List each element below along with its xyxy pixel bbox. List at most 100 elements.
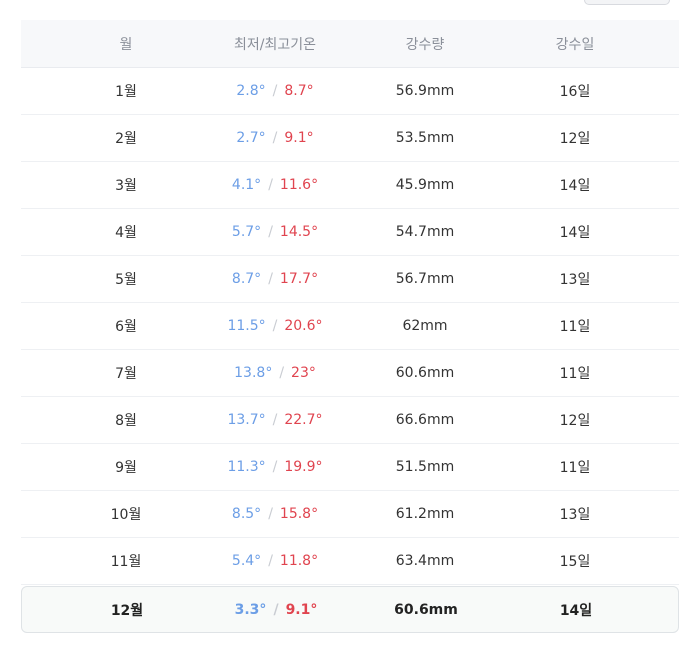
high-temperature: 19.9° [284,459,323,475]
temperature-cell: 11.5° / 20.6° [227,303,322,349]
temperature-cell: 13.7° / 22.7° [227,397,322,443]
month-cell: 2월 [115,131,137,147]
month-cell: 8월 [115,413,137,429]
temperature-separator: / [268,177,273,193]
temperature-cell: 4.1° / 11.6° [232,162,318,208]
precipitation-cell: 61.2mm [395,506,455,522]
rain-days-cell: 15일 [559,554,591,570]
month-cell: 6월 [115,319,137,335]
high-temperature: 11.6° [279,177,319,193]
header-precipitation: 강수량 [405,36,445,53]
month-cell: 12월 [110,602,144,619]
rain-days-cell: 12일 [559,131,591,147]
high-temperature: 22.7° [284,412,323,428]
low-temperature: 11.3° [227,459,266,475]
table-row: 1월 2.8° / 8.7° 56.9mm 16일 [21,68,679,115]
table-row: 8월 13.7° / 22.7° 66.6mm 12일 [21,397,679,444]
low-temperature: 8.5° [231,506,262,522]
table-row-current-month: 12월 3.3° / 9.1° 60.6mm 14일 [21,586,679,633]
low-temperature: 2.7° [236,130,266,146]
rain-days-cell: 14일 [559,178,591,194]
high-temperature: 9.1° [284,130,314,146]
temperature-separator: / [279,365,285,381]
precipitation-cell: 63.4mm [395,553,455,569]
high-temperature: 9.1° [285,601,318,618]
temperature-cell: 11.3° / 19.9° [227,444,322,490]
low-temperature: 5.4° [231,553,262,569]
temperature-separator: / [273,601,279,618]
temperature-separator: / [272,318,278,334]
month-cell: 3월 [115,178,137,194]
temperature-separator: / [272,83,278,99]
rain-days-cell: 11일 [559,366,591,382]
temperature-separator: / [268,506,273,522]
table-row: 2월 2.7° / 9.1° 53.5mm 12일 [21,115,679,162]
low-temperature: 13.7° [227,412,266,428]
month-cell: 10월 [110,507,142,523]
temperature-separator: / [272,130,278,146]
low-temperature: 13.8° [234,365,273,381]
low-temperature: 4.1° [231,177,262,193]
temperature-cell: 5.7° / 14.5° [232,209,318,255]
top-control-fragment[interactable] [584,0,670,5]
precipitation-cell: 53.5mm [395,130,455,146]
temperature-cell: 2.8° / 8.7° [236,68,313,114]
table-row: 5월 8.7° / 17.7° 56.7mm 13일 [21,256,679,303]
rain-days-cell: 16일 [559,84,591,100]
table-body: 1월 2.8° / 8.7° 56.9mm 16일 2월 2.7° / 9.1° 53.5mm 12일… [21,68,679,633]
table-row: 11월 5.4° / 11.8° 63.4mm 15일 [21,538,679,585]
rain-days-cell: 12일 [559,413,591,429]
low-temperature: 8.7° [231,271,262,287]
temperature-cell: 2.7° / 9.1° [236,115,313,161]
precipitation-cell: 60.6mm [395,365,455,381]
high-temperature: 20.6° [284,318,323,334]
table-row: 9월 11.3° / 19.9° 51.5mm 11일 [21,444,679,491]
precipitation-cell: 56.9mm [395,83,455,99]
rain-days-cell: 13일 [559,272,591,288]
rain-days-cell: 13일 [559,507,591,523]
table-header-row: 월 최저/최고기온 강수량 강수일 [21,20,679,68]
low-temperature: 3.3° [234,601,267,618]
high-temperature: 8.7° [284,83,314,99]
high-temperature: 15.8° [279,506,319,522]
table-row: 10월 8.5° / 15.8° 61.2mm 13일 [21,491,679,538]
precipitation-cell: 51.5mm [395,459,455,475]
precipitation-cell: 60.6mm [394,601,458,618]
table-row: 3월 4.1° / 11.6° 45.9mm 14일 [21,162,679,209]
temperature-cell: 13.8° / 23° [234,350,316,396]
temperature-cell: 5.4° / 11.8° [232,538,318,584]
high-temperature: 23° [291,365,316,381]
high-temperature: 14.5° [279,224,319,240]
temperature-cell: 8.7° / 17.7° [232,256,318,302]
table-row: 6월 11.5° / 20.6° 62mm 11일 [21,303,679,350]
month-cell: 1월 [115,84,137,100]
monthly-climate-table: 월 최저/최고기온 강수량 강수일 1월 2.8° / 8.7° 56.9mm 16일 2월… [21,20,679,633]
temperature-separator: / [272,459,278,475]
month-cell: 9월 [115,460,137,476]
month-cell: 4월 [115,225,137,241]
temperature-separator: / [268,553,273,569]
low-temperature: 5.7° [231,224,262,240]
low-temperature: 2.8° [236,83,266,99]
month-cell: 7월 [115,366,137,382]
precipitation-cell: 66.6mm [395,412,455,428]
temperature-separator: / [268,224,273,240]
high-temperature: 17.7° [279,271,319,287]
temperature-separator: / [268,271,273,287]
temperature-separator: / [272,412,278,428]
precipitation-cell: 62mm [402,318,448,334]
rain-days-cell: 11일 [559,319,591,335]
table-row: 4월 5.7° / 14.5° 54.7mm 14일 [21,209,679,256]
rain-days-cell: 14일 [559,602,593,619]
precipitation-cell: 56.7mm [395,271,455,287]
table-row: 7월 13.8° / 23° 60.6mm 11일 [21,350,679,397]
temperature-cell: 3.3° / 9.1° [235,587,318,632]
temperature-cell: 8.5° / 15.8° [232,491,318,537]
month-cell: 5월 [115,272,137,288]
header-month: 월 [119,36,133,53]
header-temperature: 최저/최고기온 [234,36,316,53]
rain-days-cell: 14일 [559,225,591,241]
high-temperature: 11.8° [279,553,319,569]
month-cell: 11월 [110,554,142,570]
low-temperature: 11.5° [227,318,266,334]
